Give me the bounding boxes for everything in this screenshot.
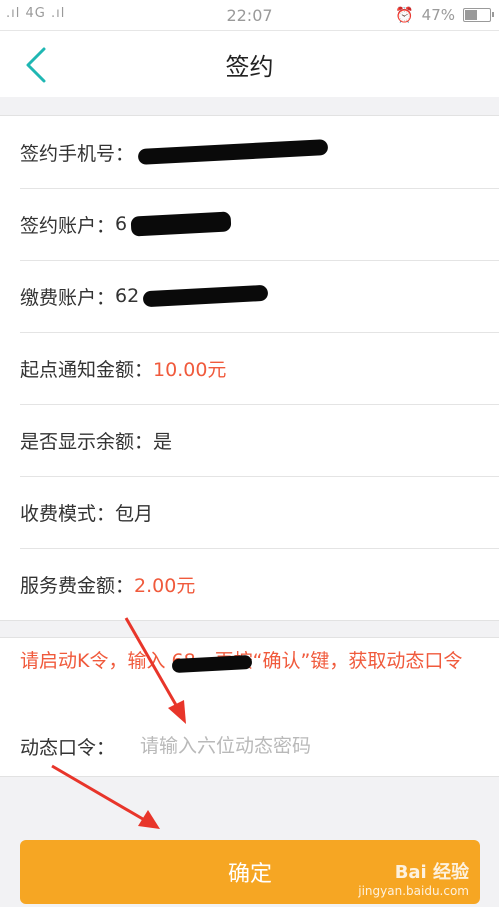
watermark-sub: jingyan.baidu.com xyxy=(358,884,469,898)
row-phone: 签约手机号： xyxy=(0,116,499,188)
row-value: 2.00元 xyxy=(134,574,196,597)
row-fee-mode: 收费模式： 包月 xyxy=(0,476,499,548)
contract-info-list: 签约手机号： 签约账户： 6 缴费账户： 62 起点通知金额： 10.00元 是… xyxy=(0,115,499,621)
status-right: ⏰ 47% xyxy=(394,6,494,24)
row-value: 是 xyxy=(153,430,173,453)
watermark-main: Bai 经验 xyxy=(394,862,469,883)
row-label: 签约账户： xyxy=(20,214,116,237)
row-account: 签约账户： 6 xyxy=(0,188,499,260)
battery-percent: 47% xyxy=(421,6,455,24)
status-bar: .ıl 4G .ıl 22:07 ⏰ 47% xyxy=(0,0,499,31)
row-value: 10.00元 xyxy=(153,358,227,381)
row-value: 62 xyxy=(115,285,140,307)
row-label: 签约手机号： xyxy=(20,142,135,165)
row-value: 包月 xyxy=(115,502,154,525)
redaction-mark xyxy=(142,284,269,308)
redaction-mark xyxy=(137,139,329,165)
row-label: 是否显示余额： xyxy=(20,430,154,453)
row-show-balance: 是否显示余额： 是 xyxy=(0,404,499,476)
row-label: 起点通知金额： xyxy=(20,358,154,381)
alarm-icon: ⏰ xyxy=(394,6,414,24)
row-label: 收费模式： xyxy=(20,502,116,525)
dynamic-code-label: 动态口令： xyxy=(20,736,116,759)
row-value: 6 xyxy=(115,213,128,235)
dynamic-code-field: 动态口令： xyxy=(20,728,479,764)
baidu-watermark: Bai 经验 jingyan.baidu.com xyxy=(358,858,469,898)
dynamic-code-input[interactable] xyxy=(138,734,479,758)
row-label: 缴费账户： xyxy=(20,286,116,309)
dynamic-code-section: 请启动K令，输入 68，再按“确认”键，获取动态口令 动态口令： xyxy=(0,637,499,777)
battery-fill xyxy=(465,10,478,20)
row-payment-account: 缴费账户： 62 xyxy=(0,260,499,332)
nav-bar: 签约 xyxy=(0,31,499,97)
battery-icon xyxy=(463,8,494,22)
redaction-mark xyxy=(130,211,232,237)
row-notify-amount: 起点通知金额： 10.00元 xyxy=(0,332,499,404)
row-label: 服务费金额： xyxy=(20,574,135,597)
row-service-fee: 服务费金额： 2.00元 xyxy=(0,548,499,620)
page-title: 签约 xyxy=(225,53,274,81)
